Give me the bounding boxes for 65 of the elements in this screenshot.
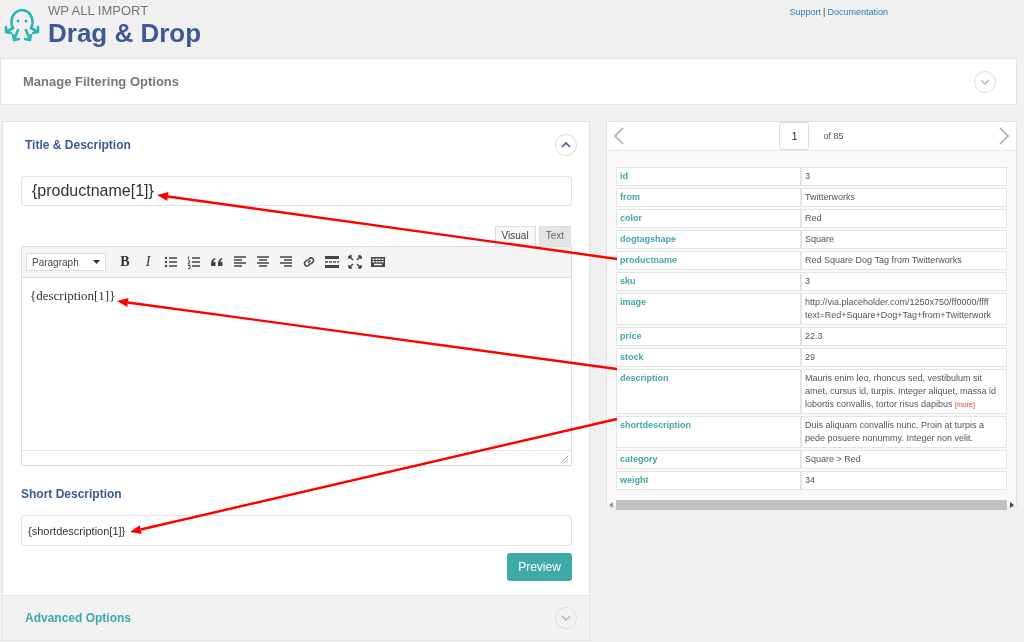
field-value-cell: 3	[801, 272, 1007, 291]
link-icon[interactable]	[301, 254, 317, 270]
align-left-icon[interactable]	[232, 254, 248, 270]
field-name-cell[interactable]: stock	[616, 348, 801, 367]
field-name-cell[interactable]: dogtagshape	[616, 230, 801, 249]
brand-subtitle: WP ALL IMPORT	[48, 4, 150, 18]
chevron-icon	[561, 615, 571, 621]
horizontal-scrollbar[interactable]	[608, 500, 1015, 510]
field-name-cell[interactable]: productname	[616, 251, 801, 270]
field-value-cell: Twitterworks	[801, 188, 1007, 207]
field-value-cell: 22.3	[801, 327, 1007, 346]
page-field[interactable]: 1	[779, 122, 810, 150]
field-name-cell[interactable]: from	[616, 188, 801, 207]
field-name-cell[interactable]: category	[616, 450, 801, 469]
caret-icon	[93, 260, 100, 264]
field-name-cell[interactable]: description	[616, 369, 801, 414]
chevron-icon	[980, 78, 990, 85]
italic-button[interactable]: I	[140, 254, 156, 270]
bold-button[interactable]: B	[117, 254, 133, 270]
field-name-cell[interactable]: id	[616, 167, 801, 186]
field-value-cell: Red	[801, 209, 1007, 228]
brand-title: Drag & Drop	[48, 18, 202, 48]
field-value-cell: http://via.placeholder.com/1250x750/ff0000/ffff text=Red+Square+Dog+Tag+from+Twitterwork	[801, 293, 1007, 325]
section-title: Short Description	[21, 487, 123, 501]
scroll-right-icon[interactable]	[1009, 501, 1015, 509]
numbered-list-icon[interactable]	[186, 254, 202, 270]
field-value-cell: Square > Red	[801, 450, 1007, 469]
bullet-list-icon[interactable]	[163, 254, 179, 270]
preview-button[interactable]: Preview	[507, 553, 572, 581]
short-description-field[interactable]: {shortdescription[1]}	[21, 515, 572, 546]
field-value-cell: 29	[801, 348, 1007, 367]
field-value-cell: Duis aliquam convallis nunc. Proin at turpis a pede posuere nonummy. Integer non velit.	[801, 416, 1007, 448]
field-name-cell[interactable]: shortdescription	[616, 416, 801, 448]
editor-content[interactable]: {description[1]}	[22, 278, 571, 450]
read-more-icon[interactable]	[324, 254, 340, 270]
toggle-button[interactable]	[555, 134, 577, 156]
align-center-icon[interactable]	[255, 254, 271, 270]
title-field[interactable]: {productname[1]}	[21, 176, 572, 206]
documentation-link[interactable]: Documentation	[827, 7, 888, 17]
field-name-cell[interactable]: price	[616, 327, 801, 346]
field-name-cell[interactable]: color	[616, 209, 801, 228]
advanced-options-panel[interactable]: Advanced Options	[3, 595, 589, 640]
page-count: of 85	[823, 131, 844, 141]
support-link[interactable]: Support	[789, 7, 822, 17]
editor-tab[interactable]: Visual	[494, 226, 536, 246]
field-value-cell: Red Square Dog Tag from Twitterworks	[801, 251, 1007, 270]
link-separator: |	[823, 7, 826, 17]
resize-grip-icon[interactable]	[561, 456, 568, 463]
panel-title: Advanced Options	[25, 611, 131, 625]
field-value-cell: 34	[801, 471, 1007, 490]
editor-tab[interactable]: Text	[538, 226, 571, 246]
field-value-cell: Square	[801, 230, 1007, 249]
panel-title: Manage Filtering Options	[23, 74, 179, 89]
field-value-cell: 3	[801, 167, 1007, 186]
scroll-left-icon[interactable]	[608, 501, 614, 509]
fullscreen-icon[interactable]	[347, 254, 363, 270]
panel-title: Title & Description	[25, 138, 131, 152]
format-dropdown[interactable]: Paragraph	[26, 253, 106, 271]
align-right-icon[interactable]	[278, 254, 294, 270]
field-name-cell[interactable]: weight	[616, 471, 801, 490]
filtering-panel[interactable]: Manage Filtering Options	[0, 58, 1017, 105]
keyboard-icon[interactable]	[370, 254, 386, 270]
field-name-cell[interactable]: image	[616, 293, 801, 325]
chevron-icon	[561, 142, 571, 148]
field-name-cell[interactable]: sku	[616, 272, 801, 291]
